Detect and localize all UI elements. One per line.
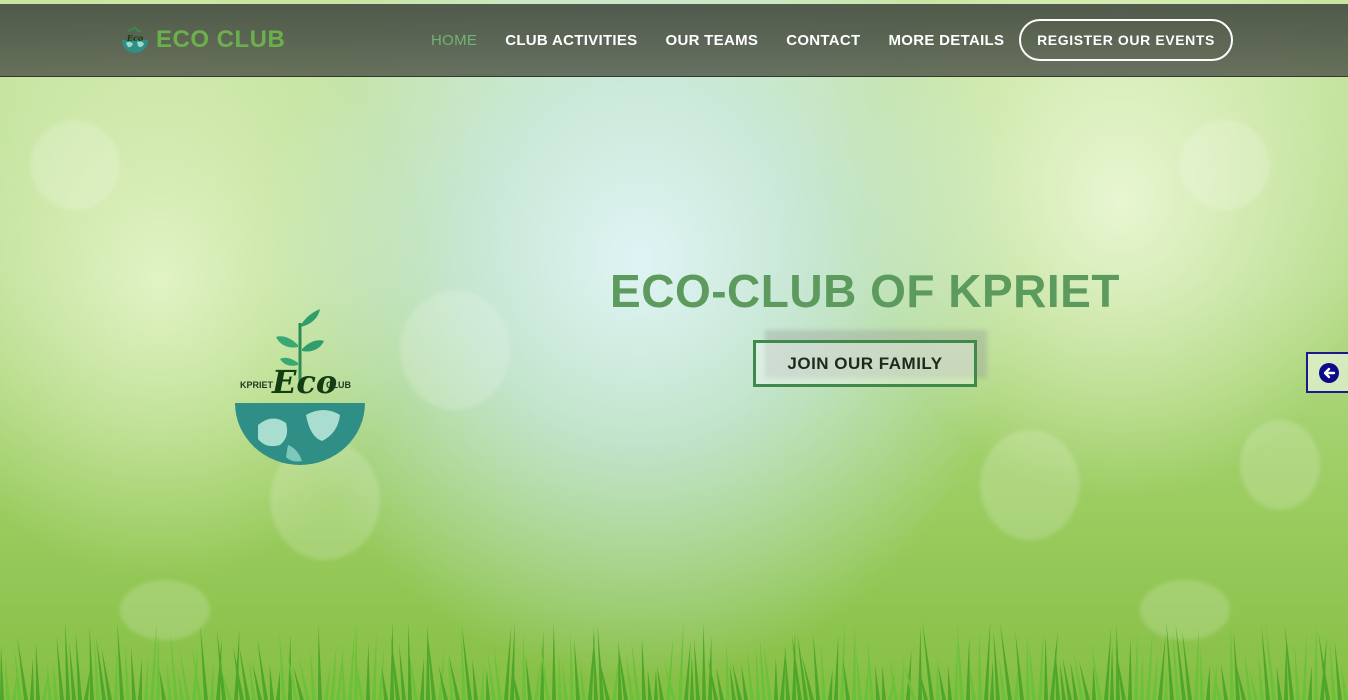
main-nav: HOME CLUB ACTIVITIES OUR TEAMS CONTACT M… <box>431 32 1004 49</box>
brand-name: ECO CLUB <box>156 26 286 53</box>
nav-item-home[interactable]: HOME <box>431 32 477 49</box>
hero-title: ECO-CLUB OF KPRIET <box>610 265 1120 317</box>
svg-text:Eco: Eco <box>126 33 144 43</box>
grass-decoration <box>0 620 1348 700</box>
nav-item-contact[interactable]: CONTACT <box>786 32 860 49</box>
brand-logo[interactable]: Eco ECO CLUB <box>118 20 285 60</box>
kpriet-eco-club-logo: KPRIET Eco CLUB <box>228 305 373 470</box>
logo-right-text: CLUB <box>326 380 351 390</box>
nav-item-our-teams[interactable]: OUR TEAMS <box>665 32 758 49</box>
eco-globe-logo-icon: Eco <box>122 26 148 53</box>
register-events-button[interactable]: REGISTER OUR EVENTS <box>1019 19 1233 61</box>
hero-background <box>0 0 1348 700</box>
nav-item-more-details[interactable]: MORE DETAILS <box>889 32 1005 49</box>
logo-left-text: KPRIET <box>240 380 274 390</box>
side-panel-toggle[interactable] <box>1306 352 1348 393</box>
join-our-family-button[interactable]: JOIN OUR FAMILY <box>753 340 977 387</box>
nav-item-club-activities[interactable]: CLUB ACTIVITIES <box>505 32 637 49</box>
navbar: Eco ECO CLUB HOME CLUB ACTIVITIES OUR TE… <box>0 4 1348 77</box>
arrow-left-circle-icon <box>1319 362 1339 383</box>
